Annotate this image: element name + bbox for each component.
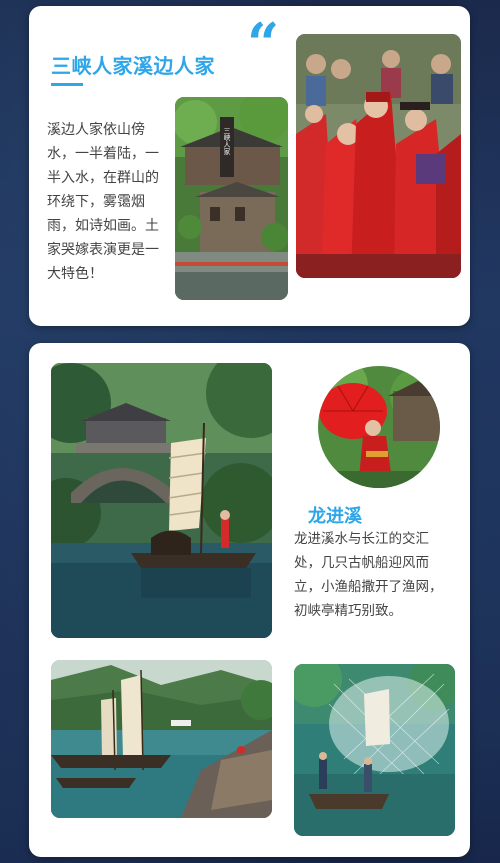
longjin-card: 龙进溪 龙进溪水与长江的交汇处，几只古帆船迎风而立，小渔船撒开了渔网，初峡亭精巧… [29, 343, 470, 857]
quote-icon: “ [247, 11, 280, 77]
title-underline [51, 83, 83, 86]
section-description: 溪边人家依山傍水，一半着陆，一半入水，在群山的环绕下，雾霭烟雨，如诗如画。土家哭… [47, 122, 159, 282]
sailing-boats-photo [51, 660, 272, 818]
house-sign: 三峡人家 [223, 127, 231, 155]
sailboat-bridge-photo [51, 363, 272, 638]
section-title: 三峡人家溪边人家 [51, 54, 215, 78]
red-umbrella-photo [318, 366, 440, 488]
riverside-house-photo: 三峡人家 [175, 97, 288, 300]
tujia-wedding-photo [296, 34, 461, 278]
section-title: 龙进溪 [308, 506, 362, 527]
fishing-net-photo [294, 664, 455, 836]
section-description: 龙进溪水与长江的交汇处，几只古帆船迎风而立，小渔船撒开了渔网，初峡亭精巧别致。 [294, 531, 443, 619]
intro-card: 三峡人家溪边人家 “ 溪边人家依山傍水，一半着陆，一半入水，在群山的环绕下，雾霭… [29, 6, 470, 326]
